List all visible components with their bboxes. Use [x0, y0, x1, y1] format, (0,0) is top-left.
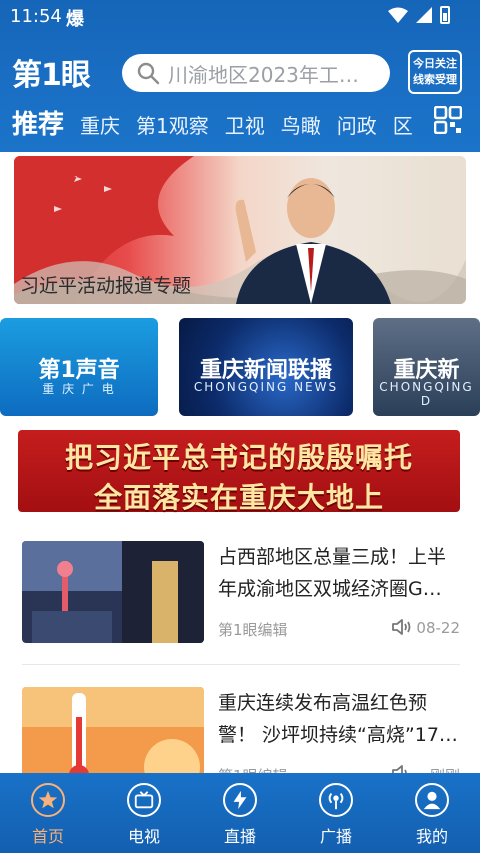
tab-district[interactable]: 区	[393, 110, 413, 139]
search-placeholder: 川渝地区2023年工…	[168, 62, 359, 87]
channel-sub: CHONGQING D	[379, 380, 474, 408]
tab-recommend[interactable]: 推荐	[12, 104, 64, 141]
qr-grid-icon[interactable]	[434, 106, 462, 134]
slogan-line1: 把习近平总书记的殷殷嘱托	[64, 441, 413, 474]
news-item[interactable]: 重庆连续发布高温红色预警！ 沙坪坝持续“高烧”17… 第1眼编辑 刚刚	[0, 687, 480, 789]
nav-tv[interactable]: 电视	[108, 783, 180, 847]
nav-label: 电视	[127, 827, 160, 846]
user-icon	[415, 783, 449, 817]
battery-icon	[440, 6, 450, 24]
status-time: 11:54	[10, 6, 62, 27]
news-item[interactable]: 占西部地区总量三成！上半年成渝地区双城经济圈G… 第1眼编辑 08-22	[0, 541, 480, 651]
radio-icon	[319, 783, 353, 817]
nav-label: 广播	[319, 827, 352, 846]
top-bar: 第1眼 川渝地区2023年工… 今日关注 线索受理	[0, 40, 480, 96]
news-meta: 第1眼编辑 08-22	[218, 619, 460, 640]
leader-photo	[235, 178, 391, 304]
category-tabs: 推荐 重庆 第1观察 卫视 鸟瞰 问政 区	[0, 98, 480, 144]
news-date: 08-22	[416, 619, 460, 637]
channel-sub: CHONGQING NEWS	[193, 380, 339, 394]
nav-live[interactable]: 直播	[204, 783, 276, 847]
logo-text: 第1眼	[12, 58, 91, 93]
hero-caption: 习近平活动报道专题	[20, 275, 192, 297]
search-bar[interactable]: 川渝地区2023年工…	[122, 54, 390, 92]
news-thumbnail	[22, 541, 204, 643]
lightning-icon	[223, 783, 257, 817]
slogan-banner[interactable]: 把习近平总书记的殷殷嘱托 全面落实在重庆大地上	[18, 430, 460, 514]
nav-label: 直播	[223, 827, 256, 846]
nav-profile[interactable]: 我的	[396, 783, 468, 847]
app-logo[interactable]: 第1眼	[12, 52, 112, 93]
channel-chongqing-daily[interactable]: 重庆新 CHONGQING D	[373, 318, 480, 416]
channel-row: 第1声音 重 庆 广 电 重庆新闻联播 CHONGQING NEWS 重庆新 C…	[0, 318, 480, 418]
tab-satellite-tv[interactable]: 卫视	[225, 110, 265, 139]
bottom-navigation: 首页 电视 直播 广播 我的	[0, 773, 480, 853]
news-title: 占西部地区总量三成！上半年成渝地区双城经济圈G…	[218, 546, 447, 600]
channel-first-voice[interactable]: 第1声音 重 庆 广 电	[0, 318, 158, 416]
system-icons	[388, 6, 450, 24]
news-source: 第1眼编辑	[218, 621, 288, 639]
star-icon	[31, 783, 65, 817]
hero-banner[interactable]: 习近平活动报道专题	[14, 156, 466, 304]
app-header: 11:54 爆 第1眼 川渝地区2023年工… 今日关注 线索受理 推荐 重庆 …	[0, 0, 480, 152]
nav-home[interactable]: 首页	[12, 783, 84, 847]
status-tag: 爆	[66, 9, 84, 30]
tab-inquiry[interactable]: 问政	[337, 110, 377, 139]
tab-chongqing[interactable]: 重庆	[80, 110, 120, 139]
slogan-line2: 全面落实在重庆大地上	[93, 481, 384, 514]
tips-hotline-button[interactable]: 今日关注 线索受理	[408, 50, 462, 94]
signal-icon	[416, 7, 432, 23]
news-title: 重庆连续发布高温红色预警！ 沙坪坝持续“高烧”17…	[218, 692, 458, 746]
wifi-icon	[388, 7, 408, 23]
tv-icon	[127, 783, 161, 817]
hotline-line2: 线索受理	[413, 73, 457, 86]
tab-first-observation[interactable]: 第1观察	[136, 110, 209, 139]
speaker-icon[interactable]	[390, 615, 414, 639]
hotline-line1: 今日关注	[413, 57, 457, 70]
channel-sub: 重 庆 广 电	[42, 382, 116, 396]
nav-radio[interactable]: 广播	[300, 783, 372, 847]
nav-label: 我的	[415, 827, 448, 846]
status-bar: 11:54 爆	[0, 0, 480, 34]
channel-chongqing-news[interactable]: 重庆新闻联播 CHONGQING NEWS	[179, 318, 353, 416]
nav-label: 首页	[31, 827, 64, 846]
tab-aerial-view[interactable]: 鸟瞰	[281, 110, 321, 139]
divider	[22, 664, 460, 665]
search-icon	[137, 62, 160, 85]
